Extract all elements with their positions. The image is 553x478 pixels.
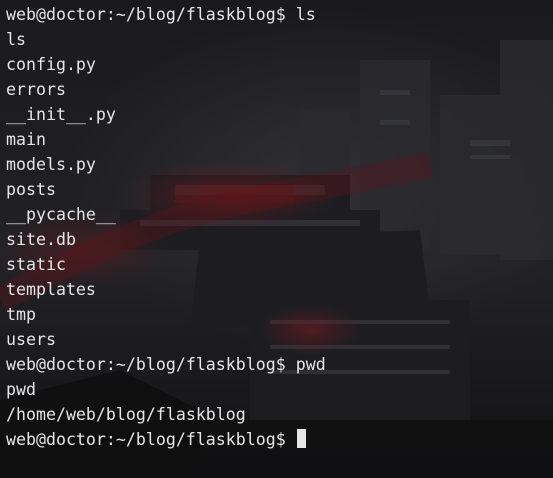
prompt-line: web@doctor:~/blog/flaskblog$ pwd xyxy=(6,352,551,377)
terminal-output: web@doctor:~/blog/flaskblog$ ls ls confi… xyxy=(6,2,551,452)
output-line: config.py xyxy=(6,55,96,74)
output-line: posts xyxy=(6,180,56,199)
output-line: pwd xyxy=(6,380,36,399)
prompt: web@doctor:~/blog/flaskblog$ xyxy=(6,430,286,449)
output-line: models.py xyxy=(6,155,96,174)
output-line: templates xyxy=(6,280,96,299)
output-line: /home/web/blog/flaskblog xyxy=(6,405,246,424)
output-line: main xyxy=(6,130,46,149)
output-line: errors xyxy=(6,80,66,99)
output-line: tmp xyxy=(6,305,36,324)
output-line: ls xyxy=(6,30,26,49)
prompt-line[interactable]: web@doctor:~/blog/flaskblog$ xyxy=(6,427,551,452)
prompt: web@doctor:~/blog/flaskblog$ xyxy=(6,355,286,374)
output-line: __init__.py xyxy=(6,105,116,124)
prompt: web@doctor:~/blog/flaskblog$ xyxy=(6,5,286,24)
output-line: site.db xyxy=(6,230,76,249)
output-line: static xyxy=(6,255,66,274)
output-line: __pycache__ xyxy=(6,205,116,224)
prompt-line: web@doctor:~/blog/flaskblog$ ls xyxy=(6,2,551,27)
terminal-window[interactable]: web@doctor:~/blog/flaskblog$ ls ls confi… xyxy=(0,0,553,478)
cursor-block xyxy=(296,429,306,448)
command: ls xyxy=(295,5,316,24)
command: pwd xyxy=(295,355,326,374)
output-line: users xyxy=(6,330,56,349)
